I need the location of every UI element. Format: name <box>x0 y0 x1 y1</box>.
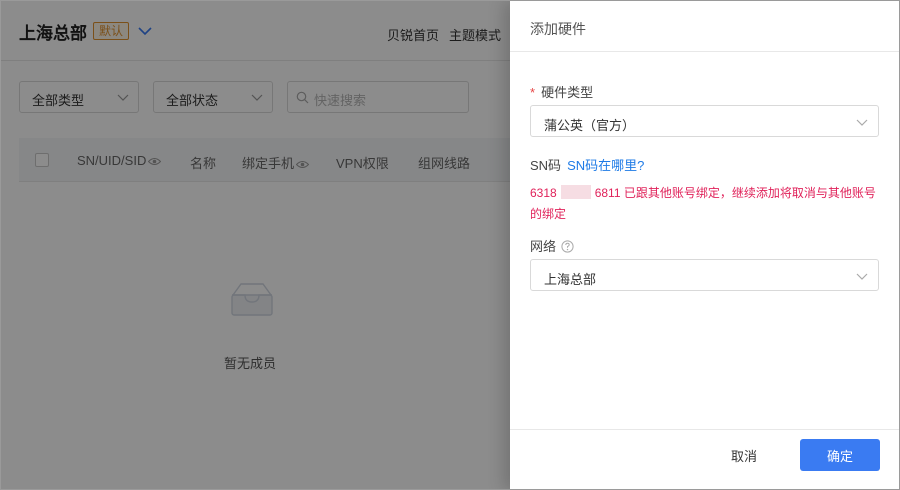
app-window: 上海总部 默认 贝锐首页 主题模式 全部类型 全部状态 快速搜索 SN/UID/… <box>0 0 900 490</box>
required-mark: * <box>530 85 536 100</box>
sn-help-link[interactable]: SN码在哪里? <box>567 158 644 173</box>
sn-suffix: 6811 <box>594 186 621 200</box>
sn-field-label: SN码 SN码在哪里? <box>530 158 645 173</box>
sn-prefix: 6318 <box>530 186 557 200</box>
confirm-button[interactable]: 确定 <box>800 439 880 471</box>
hardware-type-label: * 硬件类型 <box>530 85 594 100</box>
sn-bound-error: 6318 6811 已跟其他账号绑定，继续添加将取消与其他账号的绑定 <box>530 183 882 225</box>
sn-redacted-block <box>560 185 591 199</box>
chevron-down-icon <box>856 273 868 280</box>
drawer-title: 添加硬件 <box>530 21 586 37</box>
network-value: 上海总部 <box>544 272 597 287</box>
add-hardware-drawer: 添加硬件 * 硬件类型 蒲公英（官方） SN码 SN码在哪里? 6318 6811 已… <box>510 1 899 489</box>
network-select[interactable]: 上海总部 <box>530 259 879 291</box>
chevron-down-icon <box>856 119 868 126</box>
hardware-type-value: 蒲公英（官方） <box>544 118 636 133</box>
question-circle-icon[interactable] <box>561 240 574 253</box>
hardware-type-select[interactable]: 蒲公英（官方） <box>530 105 879 137</box>
drawer-footer: 取消 确定 <box>510 429 899 489</box>
network-label: 网络 <box>530 236 574 255</box>
cancel-button[interactable]: 取消 <box>714 439 774 471</box>
drawer-header: 添加硬件 <box>510 1 899 52</box>
